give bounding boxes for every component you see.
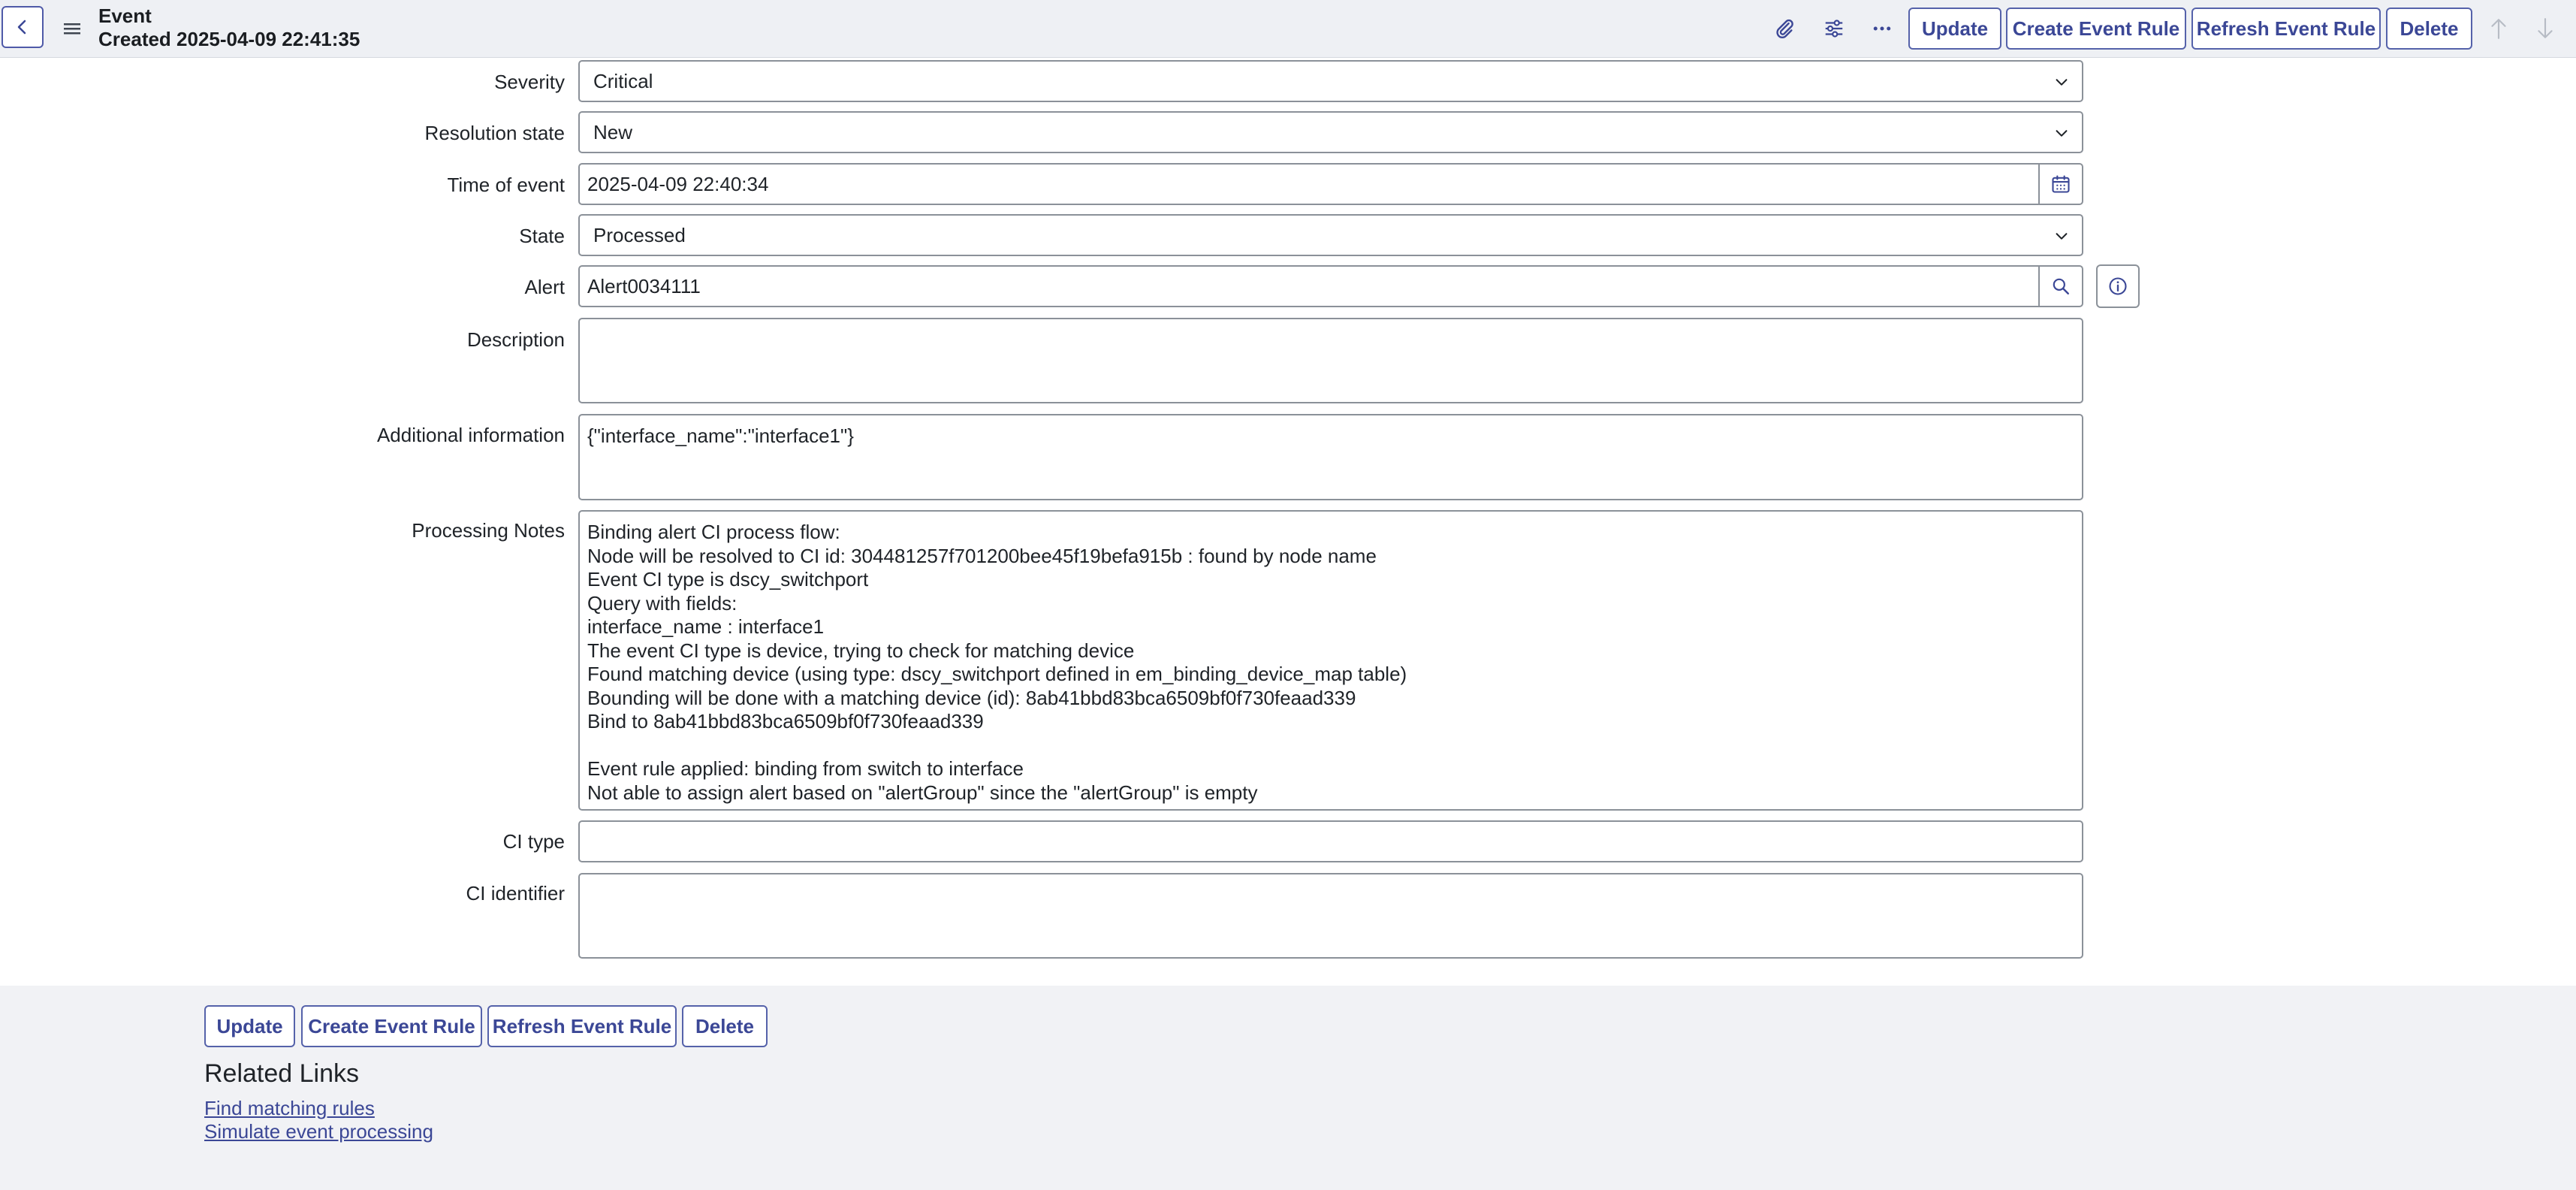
page-title: Event Created 2025-04-09 22:41:35 [98, 5, 360, 51]
footer-refresh-event-rule-button[interactable]: Refresh Event Rule [487, 1005, 677, 1047]
ci-type-input[interactable] [578, 820, 2083, 862]
alert-preview-button[interactable] [2096, 264, 2140, 308]
processing-notes-textarea[interactable]: Binding alert CI process flow: Node will… [578, 510, 2083, 811]
hamburger-icon [64, 23, 80, 35]
description-textarea[interactable] [578, 318, 2083, 403]
delete-button[interactable]: Delete [2386, 8, 2472, 50]
record-type-title: Event [98, 5, 152, 27]
additional-information-textarea[interactable]: {"interface_name":"interface1"} [578, 414, 2083, 500]
alert-value: Alert0034111 [587, 274, 701, 298]
search-icon [2053, 278, 2069, 294]
chevron-down-icon [2056, 130, 2068, 137]
footer-delete-button[interactable]: Delete [682, 1005, 768, 1047]
paperclip-icon [1776, 19, 1793, 38]
form-footer: Update Create Event Rule Refresh Event R… [0, 986, 2576, 1190]
create-event-rule-button[interactable]: Create Event Rule [2006, 8, 2186, 50]
resolution-state-label: Resolution state [424, 122, 565, 144]
footer-create-event-rule-button[interactable]: Create Event Rule [301, 1005, 482, 1047]
info-icon [2109, 277, 2127, 295]
chevron-down-icon [2056, 79, 2068, 86]
ci-type-label: CI type [502, 830, 565, 853]
processing-notes-label: Processing Notes [412, 519, 565, 542]
time-of-event-value: 2025-04-09 22:40:34 [587, 172, 769, 195]
alert-label: Alert [524, 276, 565, 298]
previous-record-button[interactable] [2482, 12, 2515, 45]
resolution-state-select[interactable]: New [578, 111, 2083, 153]
ellipsis-icon [1873, 26, 1891, 31]
severity-value: Critical [593, 69, 653, 92]
footer-update-button[interactable]: Update [204, 1005, 295, 1047]
time-of-event-input[interactable]: 2025-04-09 22:40:34 [578, 163, 2083, 205]
time-of-event-label: Time of event [447, 174, 565, 196]
record-created-subtitle: Created 2025-04-09 22:41:35 [98, 28, 360, 50]
chevron-down-icon [2056, 233, 2068, 240]
arrow-down-icon [2538, 18, 2553, 38]
attachment-button[interactable] [1768, 12, 1801, 45]
form-header: Event Created 2025-04-09 22:41:35 Update… [0, 0, 2576, 58]
sliders-icon [1825, 20, 1843, 38]
arrow-up-icon [2491, 19, 2506, 39]
resolution-state-value: New [593, 120, 633, 143]
more-options-button[interactable] [1866, 12, 1899, 45]
calendar-icon [2052, 175, 2070, 193]
find-matching-rules-link[interactable]: Find matching rules [204, 1097, 375, 1120]
related-links-heading: Related Links [204, 1059, 360, 1088]
personalize-form-button[interactable] [1817, 12, 1851, 45]
ci-identifier-textarea[interactable] [578, 873, 2083, 959]
state-select[interactable]: Processed [578, 214, 2083, 256]
hamburger-menu-button[interactable] [60, 17, 84, 41]
alert-reference-input[interactable]: Alert0034111 [578, 265, 2083, 307]
description-label: Description [466, 328, 565, 351]
back-button[interactable] [2, 6, 44, 48]
calendar-picker-button[interactable] [2038, 165, 2082, 204]
update-button[interactable]: Update [1908, 8, 2001, 50]
refresh-event-rule-button[interactable]: Refresh Event Rule [2191, 8, 2381, 50]
state-value: Processed [593, 223, 686, 246]
alert-lookup-button[interactable] [2038, 267, 2082, 306]
state-label: State [519, 225, 565, 247]
simulate-event-processing-link[interactable]: Simulate event processing [204, 1120, 433, 1143]
next-record-button[interactable] [2529, 12, 2562, 45]
ci-identifier-label: CI identifier [466, 882, 566, 905]
chevron-left-icon [17, 20, 26, 35]
additional-information-label: Additional information [376, 424, 565, 446]
severity-select[interactable]: Critical [578, 60, 2083, 102]
severity-label: Severity [494, 71, 565, 93]
